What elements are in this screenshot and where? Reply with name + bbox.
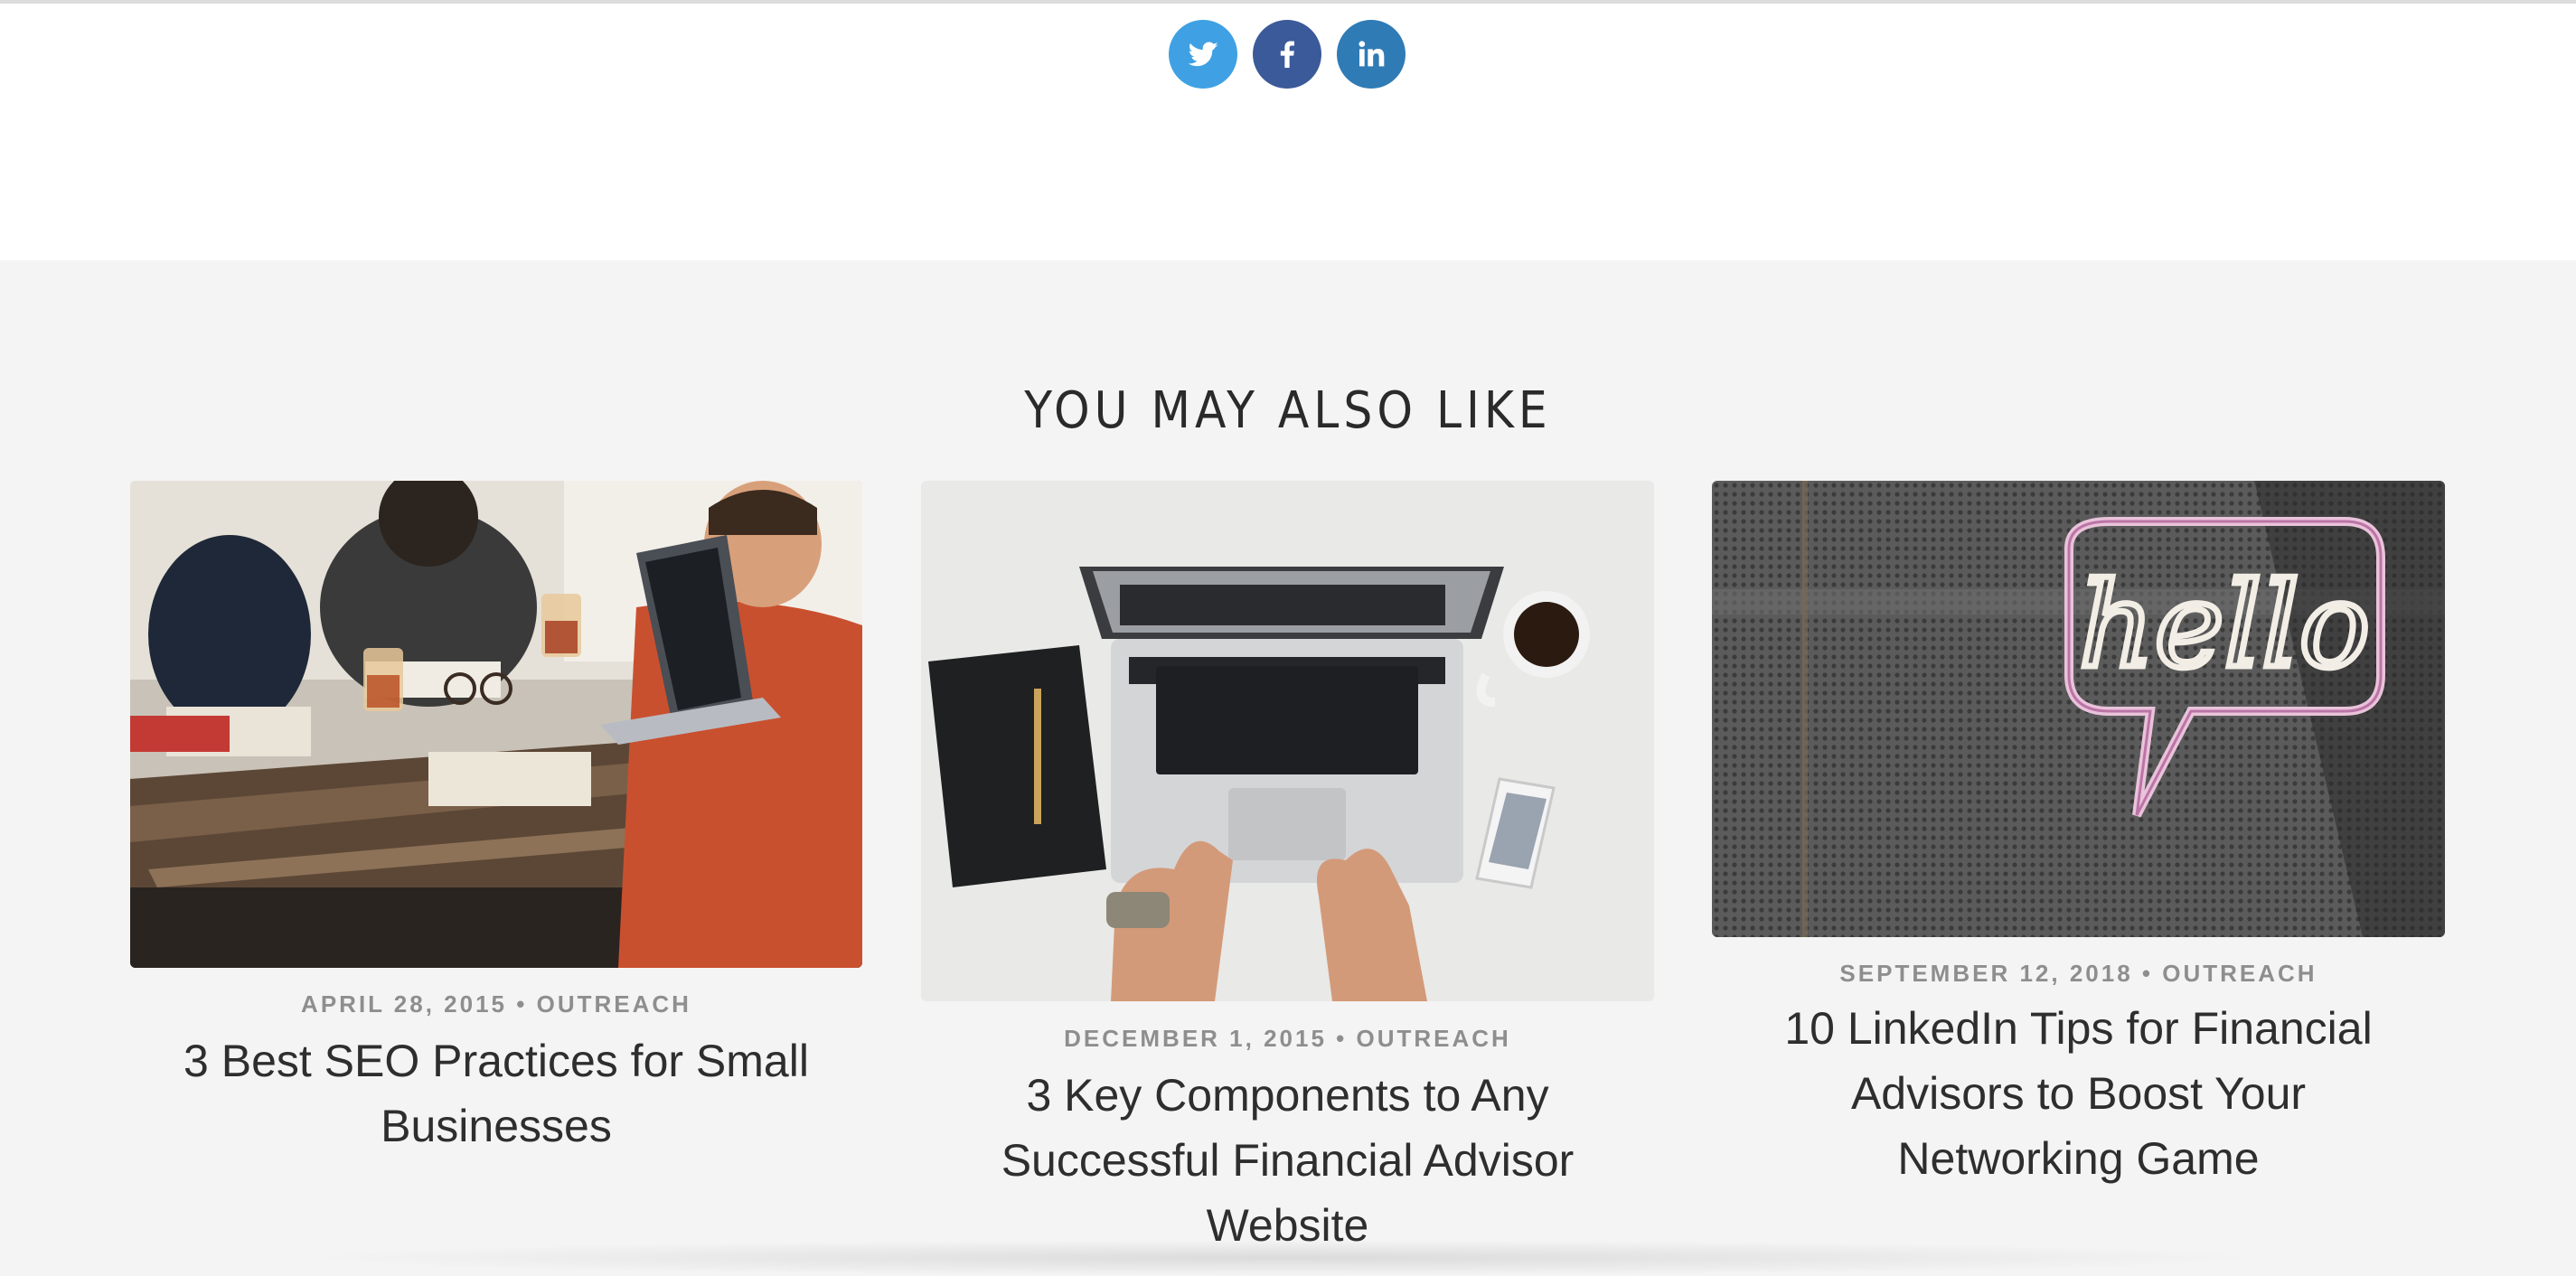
post-thumbnail-laptop[interactable] (921, 481, 1654, 1001)
post-date: DECEMBER 1, 2015 (1064, 1025, 1327, 1052)
facebook-share-button[interactable] (1253, 20, 1321, 89)
meta-separator: • (2141, 960, 2153, 987)
post-date: SEPTEMBER 12, 2018 (1839, 960, 2133, 987)
post-thumbnail-neon-hello[interactable]: hello (1712, 481, 2445, 937)
post-meta: APRIL 28, 2015 • OUTREACH (130, 990, 862, 1018)
post-date: APRIL 28, 2015 (301, 990, 508, 1018)
post-title-link[interactable]: 10 LinkedIn Tips for Financial Advisors … (1739, 996, 2418, 1191)
footer-shadow (289, 1240, 2278, 1276)
meta-separator: • (516, 990, 528, 1018)
post-meta: SEPTEMBER 12, 2018 • OUTREACH (1712, 960, 2445, 988)
related-posts-heading: YOU MAY ALSO LIKE (1024, 381, 1552, 440)
post-thumbnail-team-meeting[interactable] (130, 481, 862, 968)
post-category[interactable]: OUTREACH (537, 990, 691, 1018)
meta-separator: • (1336, 1025, 1348, 1052)
post-title-link[interactable]: 3 Key Components to Any Successful Finan… (948, 1063, 1627, 1258)
svg-text:hello: hello (2079, 557, 2370, 694)
share-section (0, 4, 2576, 260)
twitter-share-button[interactable] (1169, 20, 1237, 89)
post-category[interactable]: OUTREACH (1357, 1025, 1511, 1052)
facebook-icon (1280, 41, 1294, 68)
twitter-icon (1188, 42, 1218, 67)
post-category[interactable]: OUTREACH (2162, 960, 2317, 987)
linkedin-share-button[interactable] (1337, 20, 1406, 89)
linkedin-icon (1359, 41, 1385, 67)
post-title-link[interactable]: 3 Best SEO Practices for Small Businesse… (157, 1028, 835, 1159)
post-meta: DECEMBER 1, 2015 • OUTREACH (921, 1025, 1654, 1053)
